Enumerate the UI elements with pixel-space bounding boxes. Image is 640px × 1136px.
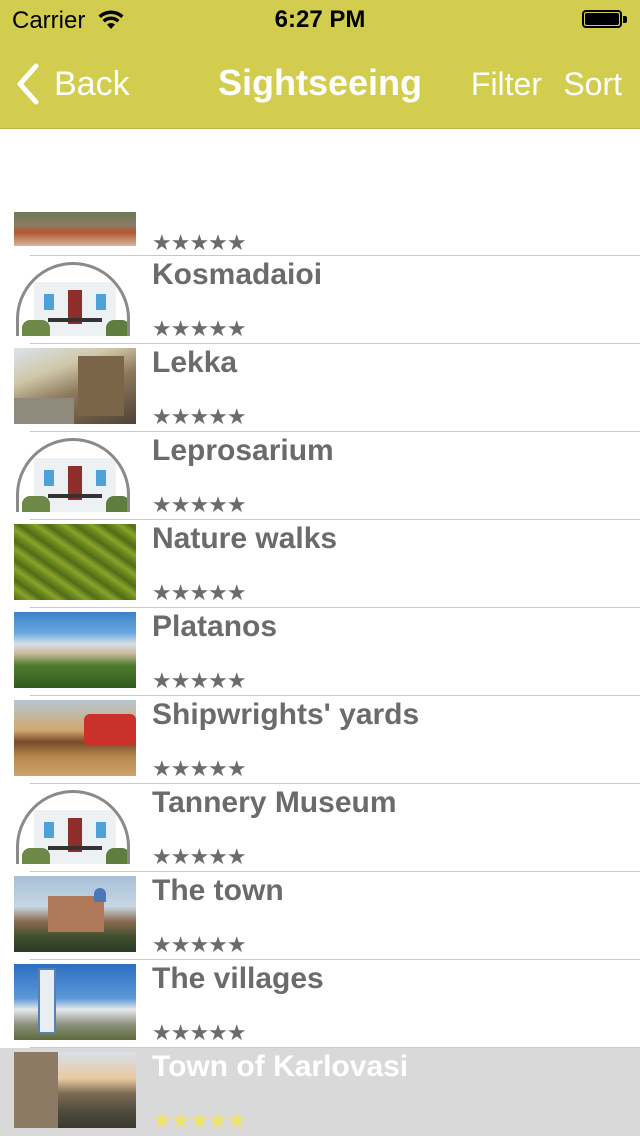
status-bar: Carrier 6:27 PM — [0, 0, 640, 40]
list-item[interactable]: The town ★★★★★ — [0, 872, 640, 960]
navigation-bar: Back Sightseeing Filter Sort — [0, 40, 640, 129]
church-town-thumbnail — [14, 876, 136, 952]
rating-stars: ★★★★★ — [152, 404, 247, 429]
battery-icon — [582, 10, 628, 30]
list-item-title: The villages — [152, 962, 324, 995]
hillside-village-thumbnail — [14, 612, 136, 688]
sort-button[interactable]: Sort — [563, 66, 622, 103]
rating-stars: ★★★★★ — [152, 230, 247, 255]
rating-stars: ★★★★★ — [152, 756, 247, 781]
sightseeing-list[interactable]: ★★★★★ Kosmadaioi ★★★★★ Lekka ★★★★★ Lepro… — [0, 212, 640, 1136]
list-item[interactable]: Kosmadaioi ★★★★★ — [0, 256, 640, 344]
filter-button[interactable]: Filter — [471, 66, 542, 103]
list-item[interactable]: Platanos ★★★★★ — [0, 608, 640, 696]
back-label: Back — [54, 64, 130, 103]
list-item[interactable]: Shipwrights' yards ★★★★★ — [0, 696, 640, 784]
rating-stars: ★★★★★ — [152, 932, 247, 957]
house-placeholder-icon — [14, 260, 136, 336]
list-item-title: Platanos — [152, 610, 278, 643]
karlovasi-thumbnail — [14, 1052, 136, 1128]
list-item-title: Tannery Museum — [152, 786, 397, 819]
list-item-title: Lekka — [152, 346, 238, 379]
list-item-title: Shipwrights' yards — [152, 698, 420, 731]
rating-stars: ★★★★★ — [152, 580, 247, 605]
list-item-title: The town — [152, 874, 284, 907]
list-item-title: Town of Karlovasi — [152, 1050, 409, 1083]
house-placeholder-icon — [14, 788, 136, 864]
list-item[interactable]: Lekka ★★★★★ — [0, 344, 640, 432]
green-foliage-thumbnail — [14, 524, 136, 600]
boatyard-thumbnail — [14, 700, 136, 776]
bell-tower-thumbnail — [14, 964, 136, 1040]
village-street-thumbnail — [14, 348, 136, 424]
list-item-title: Kosmadaioi — [152, 258, 323, 291]
rating-stars: ★★★★★ — [152, 1020, 247, 1045]
list-item[interactable]: ★★★★★ — [0, 212, 640, 256]
rating-stars: ★★★★★ — [152, 316, 247, 341]
list-item-title: Nature walks — [152, 522, 338, 555]
house-placeholder-icon — [14, 436, 136, 512]
status-time: 6:27 PM — [274, 6, 366, 33]
rating-stars: ★★★★★ — [152, 492, 247, 517]
rating-stars: ★★★★★ — [152, 1108, 247, 1133]
chevron-left-icon — [17, 63, 39, 105]
list-item[interactable]: Nature walks ★★★★★ — [0, 520, 640, 608]
rating-stars: ★★★★★ — [152, 844, 247, 869]
list-item[interactable]: Leprosarium ★★★★★ — [0, 432, 640, 520]
rating-stars: ★★★★★ — [152, 668, 247, 693]
list-item[interactable]: Tannery Museum ★★★★★ — [0, 784, 640, 872]
list-item-selected[interactable]: Town of Karlovasi ★★★★★ — [0, 1048, 640, 1136]
rooftops-thumbnail — [14, 212, 136, 246]
list-item[interactable]: The villages ★★★★★ — [0, 960, 640, 1048]
list-item-title: Leprosarium — [152, 434, 334, 467]
back-button[interactable]: Back — [14, 62, 130, 106]
